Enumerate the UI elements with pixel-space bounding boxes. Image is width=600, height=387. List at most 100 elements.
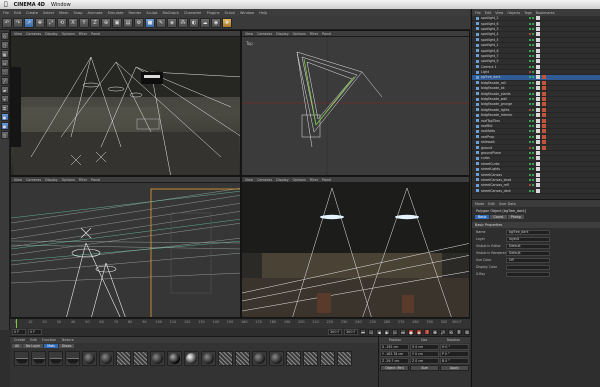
live-selection-icon[interactable]: ➚ [24, 17, 34, 28]
timeline-ruler[interactable]: 0102030405060708090100110120130140150160… [10, 318, 470, 329]
texture-tag-icon[interactable] [536, 140, 540, 145]
lock-icon[interactable]: ⚿ [0, 104, 9, 112]
sculpt-icon[interactable]: ● [0, 113, 9, 121]
render-visibility-icon[interactable] [532, 108, 534, 111]
menu-mesh[interactable]: Mesh [59, 11, 68, 15]
viewport-render[interactable]: View Cameras Display Options Filter Panel [241, 176, 470, 318]
undo-icon[interactable]: ↶ [2, 17, 12, 28]
texture-tag-icon[interactable] [536, 113, 540, 118]
menu-mograph[interactable]: MoGraph [163, 11, 179, 15]
viewport-menu-panel[interactable]: Panel [91, 32, 100, 36]
compositing-tag-icon[interactable] [542, 91, 546, 96]
render-visibility-icon[interactable] [532, 49, 534, 52]
edges-mode-icon[interactable]: ╱ [0, 77, 9, 85]
play-icon[interactable]: ▶ [384, 329, 390, 335]
texture-tag-icon[interactable] [536, 70, 540, 75]
editor-visibility-icon[interactable] [529, 92, 531, 95]
material-swatch[interactable] [48, 351, 63, 366]
render-visibility-icon[interactable] [532, 71, 534, 74]
editor-visibility-icon[interactable] [529, 27, 531, 30]
menu-render[interactable]: Render [129, 11, 142, 15]
material-swatch[interactable] [218, 351, 233, 366]
texture-tag-icon[interactable] [536, 64, 540, 69]
material-tab-all[interactable]: All [12, 344, 22, 348]
material-tab-no-layer[interactable]: No Layer [22, 344, 44, 348]
viewport-menu-cameras[interactable]: Cameras [26, 178, 41, 182]
coord-system-icon[interactable]: ⊕ [101, 17, 111, 28]
paint-icon[interactable]: ● [0, 122, 9, 130]
compositing-tag-icon[interactable] [542, 102, 546, 107]
pen-icon[interactable]: ✎ [156, 17, 166, 28]
attribute-value[interactable]: layerA [506, 236, 550, 242]
apple-icon[interactable]:  [4, 1, 8, 8]
scale-key-icon[interactable]: ⤢ [440, 329, 446, 335]
attribute-value[interactable]: Off [506, 257, 550, 263]
viewport-menu-display[interactable]: Display [45, 32, 58, 36]
material-swatch[interactable] [201, 351, 216, 366]
size-x-field[interactable]: X 0 cm [410, 343, 439, 350]
texture-tag-icon[interactable] [536, 107, 540, 112]
material-swatch[interactable] [99, 351, 114, 366]
texture-tag-icon[interactable] [536, 80, 540, 85]
editor-visibility-icon[interactable] [529, 157, 531, 160]
editor-visibility-icon[interactable] [529, 189, 531, 192]
render-visibility-icon[interactable] [532, 162, 534, 165]
go-to-end-icon[interactable]: ⏭ [400, 329, 406, 335]
object-menu-bookmarks[interactable]: Bookmarks [536, 11, 555, 15]
object-menu-objects[interactable]: Objects [507, 11, 520, 15]
material-menu-edit[interactable]: Edit [30, 338, 37, 342]
editor-visibility-icon[interactable] [529, 135, 531, 138]
render-visibility-icon[interactable] [532, 92, 534, 95]
attribute-value[interactable] [506, 264, 550, 270]
viewport-menu-filter[interactable]: Filter [79, 32, 87, 36]
viewport-menu-options[interactable]: Options [62, 32, 75, 36]
material-swatch[interactable] [252, 351, 267, 366]
y-axis-icon[interactable]: Y [79, 17, 89, 28]
deformer-icon[interactable]: ◐ [189, 17, 199, 28]
render-visibility-icon[interactable] [532, 114, 534, 117]
render-visibility-icon[interactable] [532, 38, 534, 41]
viewport-menu-options[interactable]: Options [293, 32, 306, 36]
subdivision-icon[interactable]: ◈ [167, 17, 177, 28]
editor-visibility-icon[interactable] [529, 17, 531, 20]
size-mode-select[interactable]: Size [410, 364, 439, 371]
menu-file[interactable]: File [3, 11, 9, 15]
compositing-tag-icon[interactable] [542, 134, 546, 139]
current-frame-field[interactable]: 0 F [12, 329, 26, 335]
size-z-field[interactable]: Z 0 cm [410, 357, 439, 364]
attribute-menu-edit[interactable]: Edit [488, 202, 495, 206]
rotation-key-icon[interactable]: ⟲ [448, 329, 454, 335]
texture-tag-icon[interactable] [536, 43, 540, 48]
editor-visibility-icon[interactable] [529, 49, 531, 52]
prev-frame-icon[interactable]: ◀ [376, 329, 382, 335]
end-frame-field-2[interactable]: 300 F [344, 329, 358, 335]
viewport-menu-view[interactable]: View [14, 178, 22, 182]
editor-visibility-icon[interactable] [529, 103, 531, 106]
viewport-menu-options[interactable]: Options [293, 178, 306, 182]
pos-y-field[interactable]: Y -163.78 cm [380, 350, 409, 357]
record-icon[interactable]: ● [408, 329, 414, 335]
app-name[interactable]: CINEMA 4D [14, 2, 45, 8]
render-visibility-icon[interactable] [532, 54, 534, 57]
viewport-render-canvas[interactable] [242, 183, 470, 318]
compositing-tag-icon[interactable] [542, 107, 546, 112]
viewport-menu-display[interactable]: Display [276, 32, 289, 36]
rotate-icon[interactable]: ⟲ [57, 17, 67, 28]
texture-tag-icon[interactable] [536, 59, 540, 64]
viewport-menu-view[interactable]: View [14, 32, 22, 36]
render-visibility-icon[interactable] [532, 168, 534, 171]
texture-tag-icon[interactable] [536, 183, 540, 188]
viewport-menu-display[interactable]: Display [276, 178, 289, 182]
editor-visibility-icon[interactable] [529, 151, 531, 154]
texture-tag-icon[interactable] [536, 118, 540, 123]
material-swatch[interactable] [167, 351, 182, 366]
compositing-tag-icon[interactable] [542, 86, 546, 91]
array-icon[interactable]: ⁂ [178, 17, 188, 28]
render-visibility-icon[interactable] [532, 135, 534, 138]
menu-edit[interactable]: Edit [14, 11, 21, 15]
texture-tag-icon[interactable] [536, 134, 540, 139]
texture-tag-icon[interactable] [536, 129, 540, 134]
render-visibility-icon[interactable] [532, 98, 534, 101]
material-menu-function[interactable]: Function [42, 338, 56, 342]
compositing-tag-icon[interactable] [542, 145, 546, 150]
